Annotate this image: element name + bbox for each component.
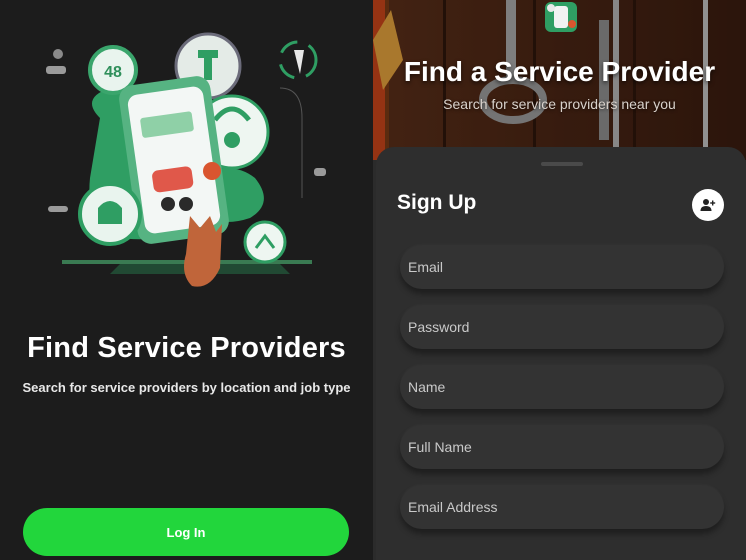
sheet-title: Sign Up (397, 191, 477, 214)
user-plus-icon (700, 198, 716, 212)
banner-title: Find a Service Provider (403, 56, 716, 87)
signup-panel: Find a Service Provider Search for servi… (373, 0, 746, 560)
name-field[interactable] (400, 365, 724, 409)
banner-subtitle: Search for service providers near you (443, 96, 676, 112)
email-address-field[interactable] (400, 485, 724, 529)
password-field[interactable] (400, 305, 724, 349)
drag-handle[interactable] (541, 162, 583, 166)
hero-illustration: 48 (40, 28, 330, 298)
page-subtitle: Search for service providers by location… (22, 380, 351, 395)
full-name-field[interactable] (400, 425, 724, 469)
badge-number: 48 (104, 64, 122, 81)
signup-sheet: Sign Up (376, 147, 746, 560)
add-user-button[interactable] (692, 189, 724, 221)
page-title: Find Service Providers (27, 332, 346, 364)
app-logo (543, 0, 579, 34)
login-button[interactable]: Log In (23, 508, 349, 556)
onboarding-panel: 48 Find Service Providers Search for ser… (0, 0, 373, 560)
email-field[interactable] (400, 245, 724, 289)
